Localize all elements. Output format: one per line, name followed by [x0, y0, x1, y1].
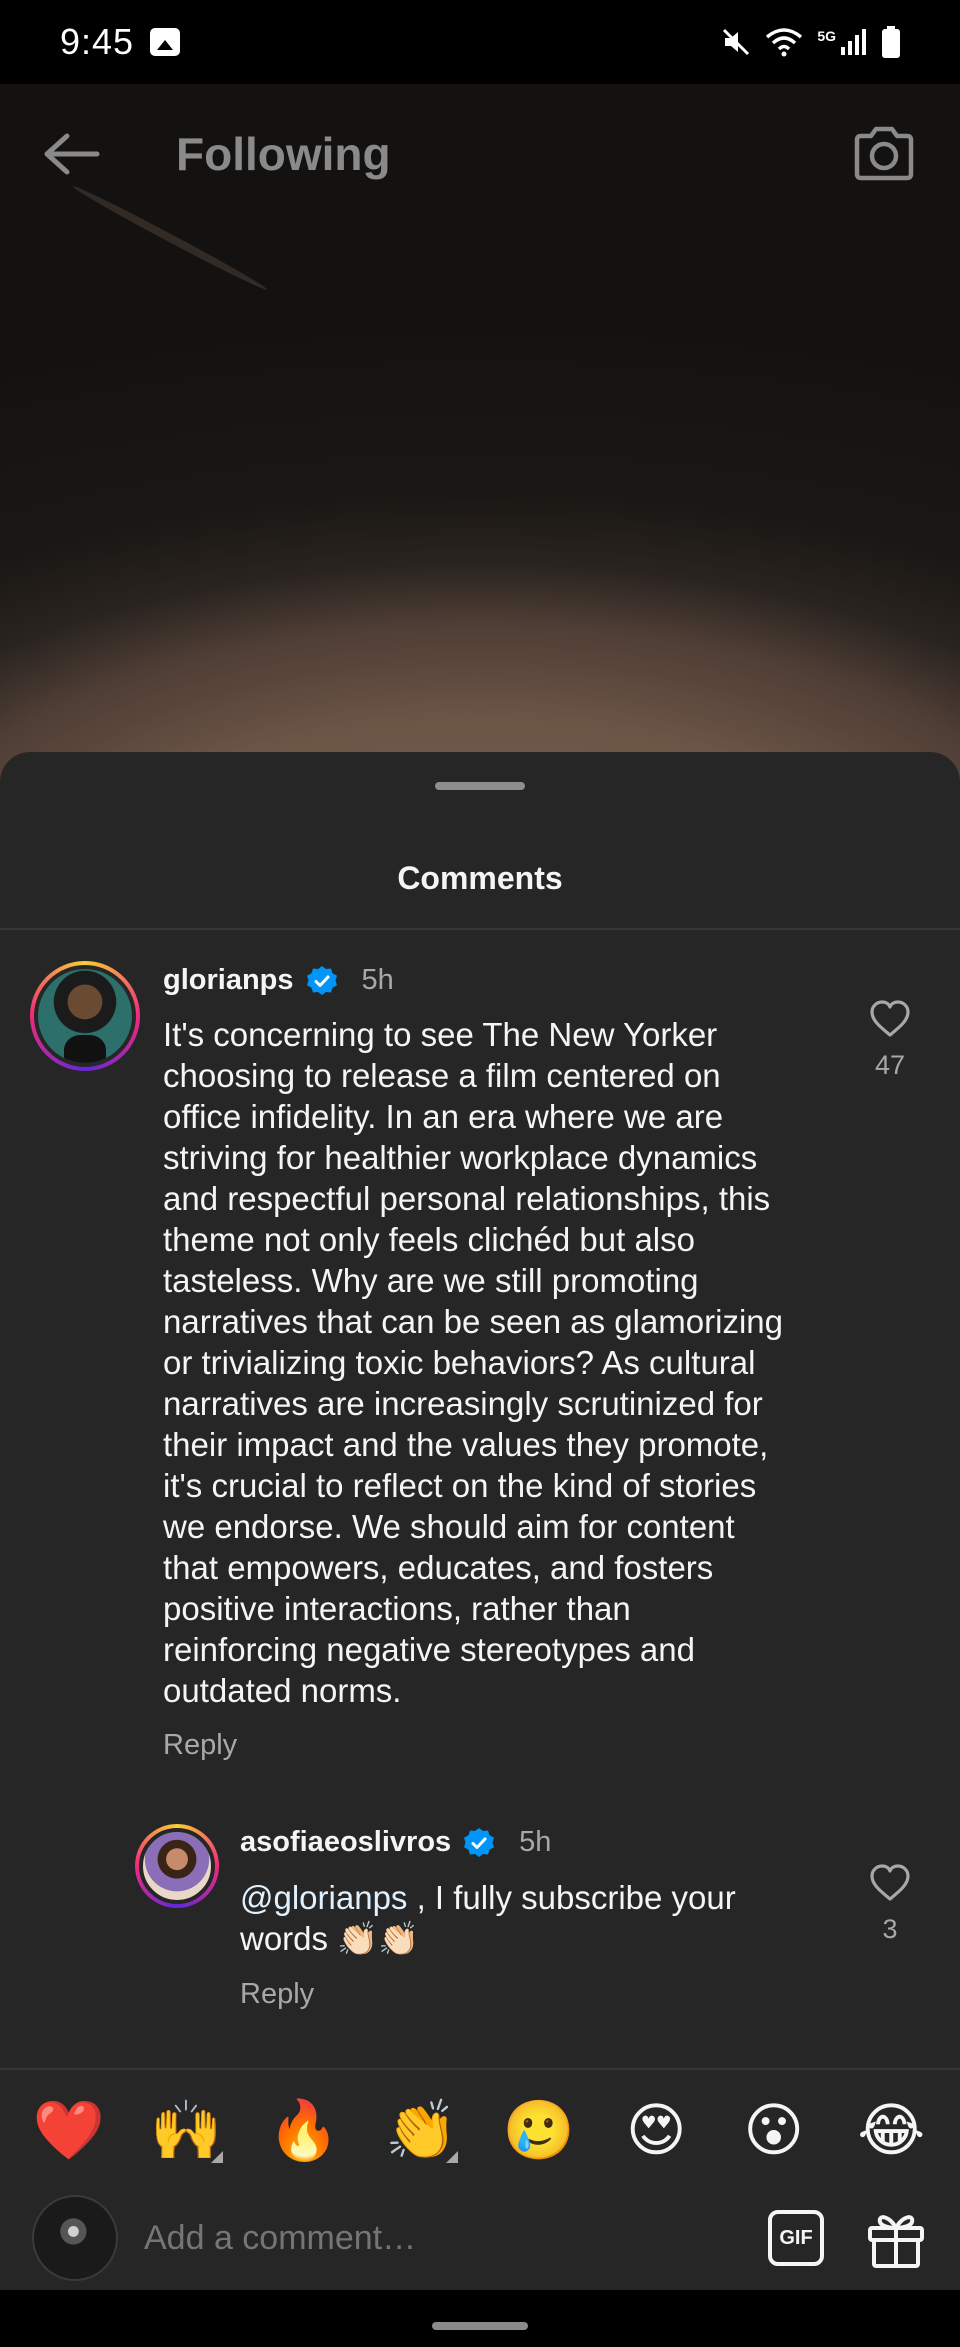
gift-button[interactable]: [864, 2206, 928, 2270]
emoji-laughing[interactable]: 😂: [846, 2095, 936, 2165]
wifi-icon: [766, 28, 803, 57]
username[interactable]: glorianps: [163, 964, 294, 997]
gallery-icon: [150, 28, 181, 56]
gif-button[interactable]: GIF: [768, 2210, 824, 2266]
verified-badge-icon: [306, 965, 337, 995]
verified-badge-icon: [464, 1827, 495, 1857]
like-button[interactable]: 3: [860, 1864, 920, 1945]
home-indicator[interactable]: [432, 2322, 528, 2330]
reply-button[interactable]: Reply: [240, 1978, 314, 2011]
battery-icon: [882, 26, 900, 58]
avatar[interactable]: [30, 961, 140, 1071]
network-type: 5G: [817, 28, 836, 44]
status-time: 9:45: [60, 21, 135, 62]
mention-link[interactable]: @glorianps: [240, 1879, 407, 1916]
heart-icon: [870, 1000, 910, 1037]
signal-icon: [841, 29, 866, 55]
emoji-raised-hands[interactable]: 🙌: [141, 2095, 231, 2165]
emoji-smiling-tear[interactable]: 🥲: [494, 2095, 584, 2165]
camera-button[interactable]: [844, 114, 924, 194]
avatar[interactable]: [135, 1824, 219, 1908]
comment-time: 5h: [519, 1826, 552, 1858]
comment-composer: GIF: [0, 2188, 960, 2288]
emoji-clap[interactable]: 👏: [376, 2095, 466, 2165]
drag-handle[interactable]: [435, 782, 525, 790]
like-button[interactable]: 47: [860, 1000, 920, 1081]
reply-button[interactable]: Reply: [163, 1729, 237, 1762]
like-count: 47: [874, 1050, 906, 1080]
heart-icon: [870, 1864, 910, 1901]
divider: [0, 928, 960, 930]
divider: [0, 2068, 960, 2070]
status-bar: 9:45 5G: [0, 0, 960, 84]
comment-text: It's concerning to see The New Yorker ch…: [163, 1016, 784, 1709]
like-count: 3: [882, 1914, 898, 1944]
sheet-title: Comments: [397, 860, 563, 896]
avatar: [32, 2195, 118, 2281]
emoji-surprised[interactable]: 😮: [729, 2095, 819, 2165]
mute-icon: [723, 28, 750, 56]
emoji-reaction-bar: ❤️ 🙌 🔥 👏 🥲 😍 😮 😂: [0, 2090, 960, 2170]
emoji-heart-eyes[interactable]: 😍: [611, 2095, 701, 2165]
comment-header: glorianps 5h: [163, 964, 394, 997]
username[interactable]: asofiaeoslivros: [240, 1826, 451, 1859]
comment-text: @glorianps , I fully subscribe your word…: [240, 1877, 800, 1959]
page-title[interactable]: Following: [176, 127, 391, 181]
comment-header: asofiaeoslivros 5h: [240, 1826, 551, 1859]
emoji-heart[interactable]: ❤️: [24, 2095, 114, 2165]
comment-input[interactable]: [144, 2218, 768, 2258]
camera-icon: [854, 126, 914, 181]
status-icons: 5G: [721, 26, 900, 58]
system-navigation: [0, 2290, 960, 2347]
video-header: Following: [0, 84, 960, 224]
comment-time: 5h: [361, 964, 394, 996]
emoji-fire[interactable]: 🔥: [259, 2095, 349, 2165]
arrow-left-icon: [44, 133, 100, 175]
gift-icon: [868, 2215, 924, 2268]
back-button[interactable]: [36, 119, 106, 189]
